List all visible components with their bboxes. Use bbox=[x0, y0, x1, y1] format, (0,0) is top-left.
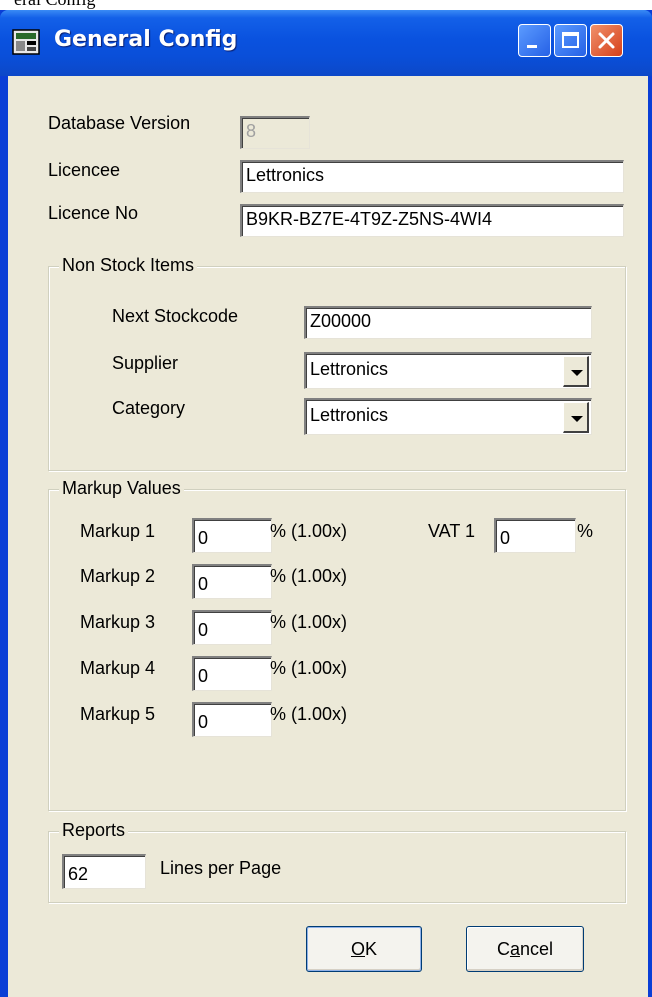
cancel-label-end: ncel bbox=[519, 939, 554, 959]
database-version-field: 8 bbox=[240, 116, 310, 149]
supplier-label: Supplier bbox=[112, 353, 179, 373]
markup-5-multiplier: % (1.00x) bbox=[270, 704, 348, 724]
database-version-label: Database Version bbox=[48, 113, 191, 133]
category-dropdown-arrow-icon[interactable] bbox=[563, 402, 589, 433]
vat-1-field[interactable]: 0 bbox=[494, 518, 576, 553]
lines-per-page-field[interactable]: 62 bbox=[62, 854, 146, 889]
markup-values-title: Markup Values bbox=[59, 478, 184, 499]
dialog-body: Database Version 8 Licencee Lettronics L… bbox=[8, 76, 648, 997]
markup-5-label: Markup 5 bbox=[80, 704, 156, 724]
title-bar[interactable]: General Config bbox=[0, 10, 652, 76]
markup-1-multiplier: % (1.00x) bbox=[270, 521, 348, 541]
maximize-button[interactable] bbox=[554, 24, 587, 57]
licence-no-field[interactable]: B9KR-BZ7E-4T9Z-Z5NS-4WI4 bbox=[240, 204, 624, 237]
supplier-value: Lettronics bbox=[310, 359, 389, 379]
cancel-mnemonic: a bbox=[509, 939, 520, 959]
cancel-button[interactable]: Cancel bbox=[466, 926, 584, 972]
app-icon bbox=[12, 29, 40, 55]
reports-title: Reports bbox=[59, 820, 129, 841]
close-button[interactable] bbox=[590, 24, 623, 57]
supplier-dropdown[interactable]: Lettronics bbox=[304, 352, 592, 389]
markup-1-label: Markup 1 bbox=[80, 521, 156, 541]
general-config-window: General Config Database Version 8 Licenc… bbox=[0, 10, 652, 997]
next-stockcode-field[interactable]: Z00000 bbox=[304, 306, 592, 339]
markup-2-multiplier: % (1.00x) bbox=[270, 566, 348, 586]
category-dropdown[interactable]: Lettronics bbox=[304, 398, 592, 435]
markup-3-multiplier: % (1.00x) bbox=[270, 612, 348, 632]
licencee-label: Licencee bbox=[48, 160, 121, 180]
close-icon bbox=[598, 32, 615, 49]
vat-1-label: VAT 1 bbox=[428, 521, 476, 541]
markup-4-field[interactable]: 0 bbox=[192, 656, 272, 691]
markup-3-field[interactable]: 0 bbox=[192, 610, 272, 645]
licence-no-label: Licence No bbox=[48, 203, 139, 223]
next-stockcode-label: Next Stockcode bbox=[112, 306, 239, 326]
markup-1-field[interactable]: 0 bbox=[192, 518, 272, 553]
markup-4-multiplier: % (1.00x) bbox=[270, 658, 348, 678]
category-label: Category bbox=[112, 398, 186, 418]
minimize-icon bbox=[527, 45, 537, 48]
maximize-icon bbox=[562, 32, 579, 48]
markup-4-label: Markup 4 bbox=[80, 658, 156, 678]
markup-3-label: Markup 3 bbox=[80, 612, 156, 632]
markup-2-label: Markup 2 bbox=[80, 566, 156, 586]
ok-mnemonic: O bbox=[350, 939, 365, 959]
minimize-button[interactable] bbox=[518, 24, 551, 57]
lines-per-page-label: Lines per Page bbox=[160, 858, 282, 878]
non-stock-items-title: Non Stock Items bbox=[59, 255, 198, 276]
window-title: General Config bbox=[54, 27, 238, 52]
cancel-label-start: C bbox=[496, 939, 510, 959]
vat-1-percent: % bbox=[577, 521, 594, 541]
background-window-title: eral Config bbox=[14, 0, 95, 10]
licencee-field[interactable]: Lettronics bbox=[240, 160, 624, 193]
markup-5-field[interactable]: 0 bbox=[192, 702, 272, 737]
supplier-dropdown-arrow-icon[interactable] bbox=[563, 356, 589, 387]
background-window-strip: eral Config bbox=[0, 0, 652, 10]
ok-button[interactable]: OK bbox=[306, 926, 422, 972]
markup-2-field[interactable]: 0 bbox=[192, 564, 272, 599]
ok-label-rest: K bbox=[365, 939, 378, 959]
category-value: Lettronics bbox=[310, 405, 389, 425]
